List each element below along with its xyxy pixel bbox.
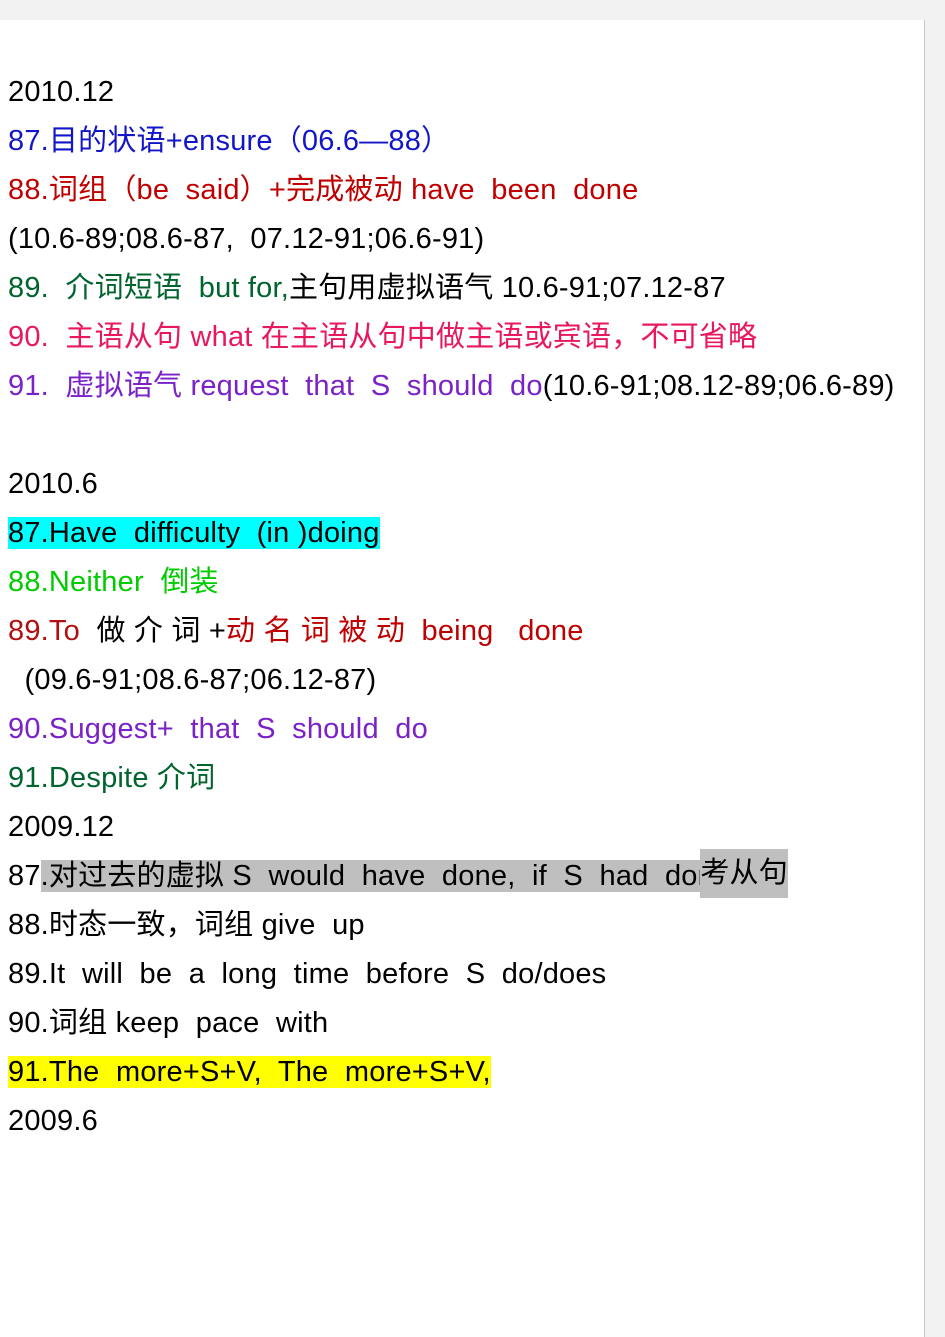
entry-line: 91. 虚拟语气 request that S should do(10.6-9… — [8, 362, 916, 411]
entry-text-segment: 91. 虚拟语气 request that S should do — [8, 370, 543, 402]
entry-text-segment: 89.It will be a long time before S do/do… — [8, 958, 607, 990]
section-heading: 2010.12 — [8, 68, 916, 117]
entry-text-segment: (10.6-91;08.12-89;06.6-89) — [542, 370, 895, 402]
entry-text-segment: 90. 主语从句 what 在主语从句中做主语或宾语，不可省略 — [8, 321, 758, 353]
entry-text-segment: 87.目的状语+ensure（06.6—88） — [8, 125, 451, 157]
entry-text-segment: 动 名 词 被 动 being done — [225, 615, 584, 647]
document-body: 2010.12 87.目的状语+ensure（06.6—88） 88.词组（be s… — [8, 20, 916, 1146]
overlapping-text: 考从句 — [700, 849, 788, 898]
entry-text-segment: 88.词组（be said）+完成被动 have been done — [8, 174, 639, 206]
entry-line: 90.词组 keep pace with — [8, 999, 916, 1048]
entry-text-segment: 91.The more+S+V, The more+S+V, — [8, 1056, 491, 1088]
entry-line: 87.Have difficulty (in )doing — [8, 509, 916, 558]
entry-text-segment: (10.6-89;08.6-87, 07.12-91;06.6-91) — [8, 223, 485, 255]
entry-text-segment: 90.Suggest+ that S should do — [8, 713, 428, 745]
entry-line: 89. 介词短语 but for,主句用虚拟语气 10.6-91;07.12-8… — [8, 264, 916, 313]
entry-line: 90. 主语从句 what 在主语从句中做主语或宾语，不可省略 — [8, 313, 916, 362]
entry-line: 88.时态一致，词组 give up — [8, 901, 916, 950]
section-heading: 2009.12 — [8, 803, 916, 852]
entry-text-segment: 87.Have difficulty (in )doing — [8, 517, 380, 549]
entry-text-segment: 87 — [8, 860, 41, 892]
section-heading: 2010.6 — [8, 460, 916, 509]
section-heading-text: 2010.12 — [8, 76, 115, 108]
entry-line: 91.Despite 介词 — [8, 754, 916, 803]
section-heading: 2009.6 — [8, 1097, 916, 1146]
document-page: 2010.12 87.目的状语+ensure（06.6—88） 88.词组（be s… — [0, 20, 925, 1337]
section-heading-text: 2009.12 — [8, 811, 115, 843]
entry-line: 89.It will be a long time before S do/do… — [8, 950, 916, 999]
entry-text-segment: 做 介 词 + — [79, 615, 226, 647]
entry-text-segment: 90.词组 keep pace with — [8, 1007, 329, 1039]
entry-text-segment: 89.To — [8, 615, 80, 647]
entry-text-segment: (09.6-91;08.6-87;06.12-87) — [8, 664, 377, 696]
entry-text-segment: 91.Despite 介词 — [8, 762, 216, 794]
entry-text-segment: 88.时态一致，词组 give up — [8, 909, 365, 941]
section-heading-text: 2009.6 — [8, 1105, 98, 1137]
entry-line: 88.词组（be said）+完成被动 have been done (10.6-… — [8, 166, 916, 264]
entry-text-segment: 主句用虚拟语气 10.6-91;07.12-87 — [289, 272, 726, 304]
entry-line: 90.Suggest+ that S should do — [8, 705, 916, 754]
entry-text-segment: .对过去的虚拟 S would have done, if S had done — [40, 860, 731, 892]
entry-text-segment: 89. 介词短语 but for, — [8, 272, 290, 304]
entry-line: 88.Neither 倒装 — [8, 558, 916, 607]
entry-line: 89.To 做 介 词 +动 名 词 被 动 being done (09.6-… — [8, 607, 916, 705]
entry-line: 87.对过去的虚拟 S would have done, if S had do… — [8, 849, 916, 901]
entry-line: 91.The more+S+V, The more+S+V, — [8, 1048, 916, 1097]
section-heading-text: 2010.6 — [8, 468, 98, 500]
entry-line: 87.目的状语+ensure（06.6—88） — [8, 117, 916, 166]
entry-text-segment: 88.Neither 倒装 — [8, 566, 219, 598]
